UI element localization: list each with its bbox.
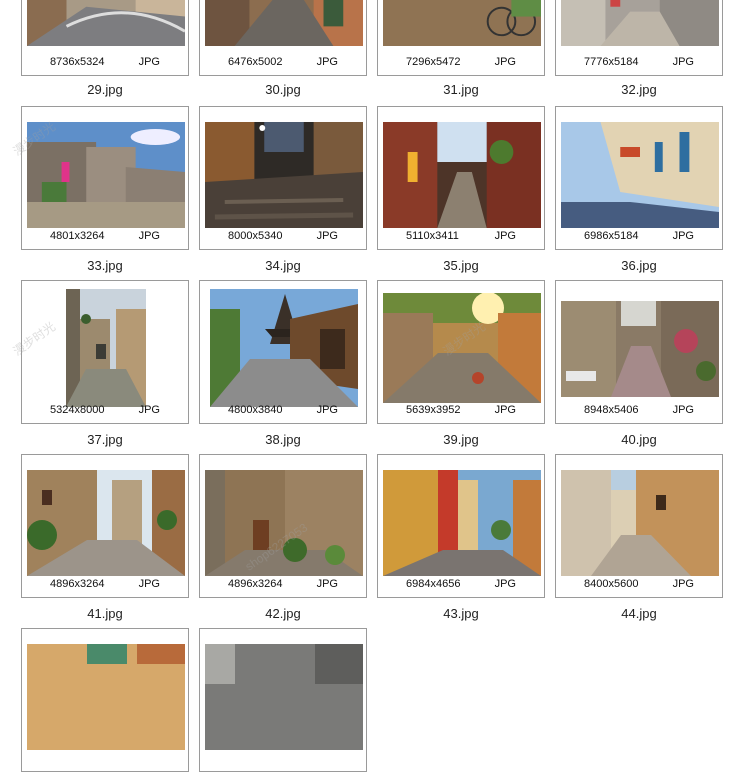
- image-dimensions: 6984x4656: [406, 578, 461, 590]
- thumbnail-image: [561, 470, 719, 576]
- thumbnail-image: [561, 122, 719, 228]
- image-card[interactable]: [21, 628, 189, 772]
- image-type: JPG: [316, 56, 338, 68]
- image-type: JPG: [494, 56, 516, 68]
- image-card[interactable]: 8736x5324 JPG: [21, 0, 189, 76]
- image-card[interactable]: 8400x5600 JPG: [555, 454, 723, 598]
- image-dimensions: 4801x3264: [50, 230, 105, 242]
- image-type: JPG: [138, 230, 160, 242]
- file-name[interactable]: 38.jpg: [198, 432, 368, 447]
- image-grid: 8736x5324 JPG 29.jpg 6476x5002 JPG 30.jpg …: [0, 0, 750, 772]
- thumbnail-image: [27, 470, 185, 576]
- image-card[interactable]: 6476x5002 JPG: [199, 0, 367, 76]
- image-type: JPG: [672, 230, 694, 242]
- image-card[interactable]: 8000x5340 JPG: [199, 106, 367, 250]
- image-type: JPG: [672, 578, 694, 590]
- thumbnail-image: [205, 470, 363, 576]
- image-dimensions: 8400x5600: [584, 578, 639, 590]
- file-name[interactable]: 35.jpg: [376, 258, 546, 273]
- image-dimensions: 4896x3264: [228, 578, 283, 590]
- file-name[interactable]: 39.jpg: [376, 432, 546, 447]
- image-card[interactable]: 7776x5184 JPG: [555, 0, 723, 76]
- image-dimensions: 6986x5184: [584, 230, 639, 242]
- image-dimensions: 8948x5406: [584, 404, 639, 416]
- image-type: JPG: [672, 56, 694, 68]
- thumbnail-image: [27, 644, 185, 750]
- image-card[interactable]: 5324x8000 JPG: [21, 280, 189, 424]
- file-name[interactable]: 43.jpg: [376, 606, 546, 621]
- image-card[interactable]: 4896x3264 JPG: [21, 454, 189, 598]
- file-name[interactable]: 30.jpg: [198, 82, 368, 97]
- thumbnail-image: [205, 122, 363, 228]
- image-type: JPG: [672, 404, 694, 416]
- image-dimensions: 5324x8000: [50, 404, 105, 416]
- thumbnail-image: [66, 289, 146, 407]
- image-type: JPG: [316, 578, 338, 590]
- image-card[interactable]: 4896x3264 JPG: [199, 454, 367, 598]
- thumbnail-image: [561, 301, 719, 397]
- image-type: JPG: [138, 578, 160, 590]
- file-name[interactable]: 34.jpg: [198, 258, 368, 273]
- file-name[interactable]: 44.jpg: [554, 606, 724, 621]
- file-name[interactable]: 42.jpg: [198, 606, 368, 621]
- thumbnail-image: [27, 0, 185, 46]
- thumbnail-image: [383, 470, 541, 576]
- image-card[interactable]: 6986x5184 JPG: [555, 106, 723, 250]
- file-name[interactable]: 33.jpg: [20, 258, 190, 273]
- thumbnail-image: [205, 0, 363, 46]
- file-name[interactable]: 31.jpg: [376, 82, 546, 97]
- thumbnail-image: [27, 122, 185, 228]
- image-type: JPG: [494, 404, 516, 416]
- thumbnail-image: [383, 0, 541, 46]
- image-dimensions: 7296x5472: [406, 56, 461, 68]
- file-name[interactable]: 32.jpg: [554, 82, 724, 97]
- thumbnail-image: [210, 289, 358, 407]
- image-card[interactable]: 6984x4656 JPG: [377, 454, 545, 598]
- image-card[interactable]: 5639x3952 JPG: [377, 280, 545, 424]
- thumbnail-image: [561, 0, 719, 46]
- image-dimensions: 5110x3411: [406, 230, 459, 242]
- image-card[interactable]: [199, 628, 367, 772]
- image-dimensions: 8000x5340: [228, 230, 283, 242]
- image-type: JPG: [316, 230, 338, 242]
- thumbnail-image: [205, 644, 363, 750]
- file-name[interactable]: 36.jpg: [554, 258, 724, 273]
- image-type: JPG: [138, 404, 160, 416]
- image-dimensions: 4800x3840: [228, 404, 283, 416]
- image-dimensions: 4896x3264: [50, 578, 105, 590]
- image-type: JPG: [494, 578, 516, 590]
- image-type: JPG: [316, 404, 338, 416]
- image-type: JPG: [494, 230, 516, 242]
- image-card[interactable]: 5110x3411 JPG: [377, 106, 545, 250]
- file-name[interactable]: 29.jpg: [20, 82, 190, 97]
- image-card[interactable]: 4801x3264 JPG: [21, 106, 189, 250]
- thumbnail-image: [383, 122, 541, 228]
- image-card[interactable]: 4800x3840 JPG: [199, 280, 367, 424]
- file-name[interactable]: 41.jpg: [20, 606, 190, 621]
- image-type: JPG: [138, 56, 160, 68]
- file-name[interactable]: 40.jpg: [554, 432, 724, 447]
- image-dimensions: 7776x5184: [584, 56, 639, 68]
- image-dimensions: 8736x5324: [50, 56, 105, 68]
- image-dimensions: 6476x5002: [228, 56, 283, 68]
- file-name[interactable]: 37.jpg: [20, 432, 190, 447]
- image-card[interactable]: 7296x5472 JPG: [377, 0, 545, 76]
- image-dimensions: 5639x3952: [406, 404, 461, 416]
- image-card[interactable]: 8948x5406 JPG: [555, 280, 723, 424]
- thumbnail-image: [383, 293, 541, 403]
